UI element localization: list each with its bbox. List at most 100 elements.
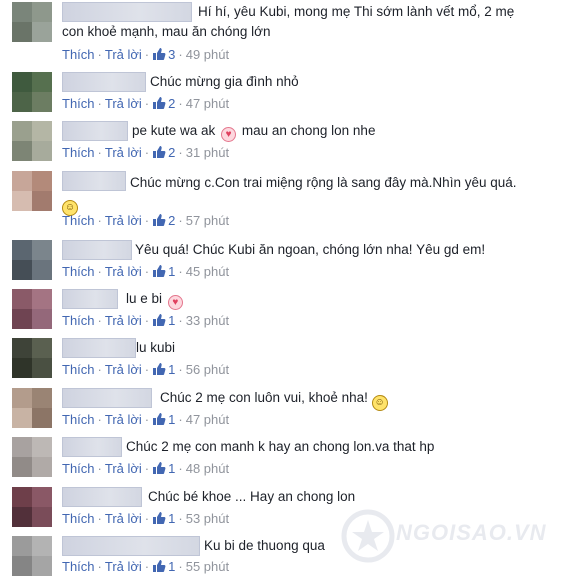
comment-item: Chúc mừng c.Con trai miệng rộng là sang … (0, 169, 580, 237)
reply-link[interactable]: Trả lời (105, 313, 142, 328)
thumbs-up-icon (152, 362, 166, 376)
avatar[interactable] (12, 388, 52, 428)
timestamp[interactable]: 53 phút (186, 511, 229, 526)
reply-link[interactable]: Trả lời (105, 461, 142, 476)
thumbs-up-icon (152, 412, 166, 426)
like-count[interactable]: 2 (152, 96, 175, 111)
reply-link[interactable]: Trả lời (105, 559, 142, 574)
comment-text: lu kubi (136, 340, 176, 355)
timestamp[interactable]: 47 phút (186, 96, 229, 111)
reply-link[interactable]: Trả lời (105, 213, 142, 228)
reply-link[interactable]: Trả lời (105, 264, 142, 279)
heart-emoji-icon: ♥ (221, 127, 237, 142)
like-count[interactable]: 1 (152, 362, 175, 377)
like-link[interactable]: Thích (62, 511, 95, 526)
avatar[interactable] (12, 2, 52, 42)
reply-link[interactable]: Trả lời (105, 511, 142, 526)
timestamp[interactable]: 49 phút (186, 47, 229, 62)
comment-actions: Thích · Trả lời · 1 · 55 phút (62, 559, 230, 574)
like-count[interactable]: 2 (152, 213, 175, 228)
reply-link[interactable]: Trả lời (105, 47, 142, 62)
reply-link[interactable]: Trả lời (105, 362, 142, 377)
like-count[interactable]: 1 (152, 412, 175, 427)
comment-item: Chúc 2 mẹ con manh k hay an chong lon.va… (0, 435, 580, 485)
comment-item: lu kubi Thích · Trả lời · 1 · 56 phút (0, 336, 580, 386)
timestamp[interactable]: 57 phút (186, 213, 229, 228)
timestamp[interactable]: 31 phút (186, 145, 229, 160)
avatar[interactable] (12, 72, 52, 112)
timestamp[interactable]: 33 phút (186, 313, 229, 328)
comment-text: Yêu quá! Chúc Kubi ăn ngoan, chóng lớn n… (135, 242, 486, 257)
commenter-name-blurred[interactable] (62, 338, 136, 358)
heart-emoji-icon: ♥ (167, 295, 183, 310)
like-link[interactable]: Thích (62, 47, 95, 62)
comment-actions: Thích · Trả lời · 3 · 49 phút (62, 47, 230, 62)
timestamp[interactable]: 45 phút (186, 264, 229, 279)
comment-text: Chúc bé khoe ... Hay an chong lon (148, 489, 356, 504)
watermark-logo: NGOISAO.VN (338, 496, 568, 576)
commenter-name-blurred[interactable] (62, 487, 142, 507)
like-count[interactable]: 1 (152, 461, 175, 476)
like-link[interactable]: Thích (62, 412, 95, 427)
commenter-name-blurred[interactable] (62, 437, 122, 457)
comment-text: Chúc mừng c.Con trai miệng rộng là sang … (130, 175, 517, 190)
commenter-name-blurred[interactable] (62, 388, 152, 408)
like-link[interactable]: Thích (62, 313, 95, 328)
commenter-name-blurred[interactable] (62, 536, 200, 556)
comment-item: Yêu quá! Chúc Kubi ăn ngoan, chóng lớn n… (0, 238, 580, 288)
comment-actions: Thích · Trả lời · 1 · 48 phút (62, 461, 230, 476)
like-count[interactable]: 1 (152, 511, 175, 526)
commenter-name-blurred[interactable] (62, 171, 126, 191)
commenter-name-blurred[interactable] (62, 2, 192, 22)
like-count[interactable]: 2 (152, 145, 175, 160)
avatar[interactable] (12, 487, 52, 527)
like-link[interactable]: Thích (62, 264, 95, 279)
comment-text: Chúc mừng gia đình nhỏ (150, 74, 299, 89)
reply-link[interactable]: Trả lời (105, 412, 142, 427)
like-link[interactable]: Thích (62, 362, 95, 377)
watermark-text: NGOISAO.VN (396, 520, 547, 545)
avatar[interactable] (12, 171, 52, 211)
timestamp[interactable]: 56 phút (186, 362, 229, 377)
comment-item: Chúc mừng gia đình nhỏ Thích · Trả lời · 2 · 4… (0, 70, 580, 120)
like-count[interactable]: 1 (152, 264, 175, 279)
avatar[interactable] (12, 437, 52, 477)
thumbs-up-icon (152, 213, 166, 227)
like-link[interactable]: Thích (62, 145, 95, 160)
like-link[interactable]: Thích (62, 559, 95, 574)
commenter-name-blurred[interactable] (62, 72, 146, 92)
reply-link[interactable]: Trả lời (105, 96, 142, 111)
timestamp[interactable]: 47 phút (186, 412, 229, 427)
like-link[interactable]: Thích (62, 461, 95, 476)
avatar[interactable] (12, 338, 52, 378)
commenter-name-blurred[interactable] (62, 289, 118, 309)
avatar[interactable] (12, 240, 52, 280)
thumbs-up-icon (152, 461, 166, 475)
like-link[interactable]: Thích (62, 213, 95, 228)
reply-link[interactable]: Trả lời (105, 145, 142, 160)
avatar[interactable] (12, 289, 52, 329)
comment-item: Chúc 2 mẹ con luôn vui, khoẻ nha! ☺ Thíc… (0, 386, 580, 436)
comment-text: lu e bi ♥ (126, 289, 185, 310)
avatar[interactable] (12, 121, 52, 161)
like-count[interactable]: 1 (152, 559, 175, 574)
comment-item: pe kute wa ak ♥ mau an chong lon nhe Thí… (0, 119, 580, 169)
commenter-name-blurred[interactable] (62, 121, 128, 141)
comment-actions: Thích · Trả lời · 1 · 53 phút (62, 511, 230, 526)
timestamp[interactable]: 48 phút (186, 461, 229, 476)
comment-item: lu e bi ♥ Thích · Trả lời · 1 · 33 phút (0, 287, 580, 337)
comment-actions: Thích · Trả lời · 1 · 45 phút (62, 264, 230, 279)
comment-text: Chúc 2 mẹ con luôn vui, khoẻ nha! ☺ (160, 388, 388, 411)
thumbs-up-icon (152, 313, 166, 327)
comment-text: Chúc 2 mẹ con manh k hay an chong lon.va… (126, 439, 435, 454)
thumbs-up-icon (152, 511, 166, 525)
timestamp[interactable]: 55 phút (186, 559, 229, 574)
like-count[interactable]: 3 (152, 47, 175, 62)
commenter-name-blurred[interactable] (62, 240, 132, 260)
like-count[interactable]: 1 (152, 313, 175, 328)
comment-text: pe kute wa ak ♥ mau an chong lon nhe (132, 123, 376, 142)
avatar[interactable] (12, 536, 52, 576)
comment-actions: Thích · Trả lời · 2 · 31 phút (62, 145, 230, 160)
like-link[interactable]: Thích (62, 96, 95, 111)
smile-emoji-icon: ☺ (371, 395, 388, 411)
